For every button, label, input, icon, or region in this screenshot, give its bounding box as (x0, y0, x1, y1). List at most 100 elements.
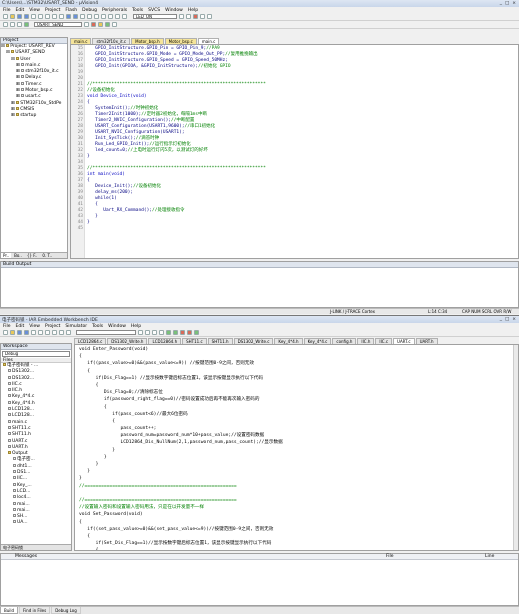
compile-icon[interactable] (166, 330, 171, 335)
iar-window: 电子密码锁 - IAR Embedded Workbench IDE _ □ ×… (0, 316, 519, 614)
copy-icon[interactable] (38, 14, 43, 19)
stop-build-icon[interactable] (91, 22, 96, 27)
next-bookmark-icon[interactable] (94, 14, 99, 19)
menu-svcs[interactable]: SVCS (148, 8, 160, 13)
find-next-icon[interactable] (145, 330, 150, 335)
manage-components-icon[interactable] (98, 22, 103, 27)
file-icon (8, 407, 11, 411)
tree-item[interactable]: UA... (1, 520, 71, 526)
menu-project[interactable]: Project (45, 324, 60, 329)
menu-flash[interactable]: Flash (65, 8, 77, 13)
redo-icon[interactable] (66, 330, 71, 335)
bookmark-icon[interactable] (80, 14, 85, 19)
uncomment-icon[interactable] (122, 14, 127, 19)
debug-icon[interactable] (194, 330, 199, 335)
undo-icon[interactable] (52, 14, 57, 19)
maximize-button[interactable]: □ (505, 317, 509, 322)
vertical-scrollbar[interactable] (513, 345, 518, 550)
tab-project[interactable]: Pr.. (1, 253, 12, 258)
back-icon[interactable] (66, 14, 71, 19)
goto-icon[interactable] (152, 330, 157, 335)
keil-code-editor[interactable]: 15 GPIO_InitStructure.GPIO_Pin = GPIO_Pi… (70, 44, 519, 259)
save-all-icon[interactable] (24, 14, 29, 19)
menu-tools[interactable]: Tools (132, 8, 143, 13)
iar-code-editor[interactable]: void Enter_Password(void) { if((pass_valu… (74, 344, 519, 551)
code-text: led_count=0; (87, 148, 128, 153)
menu-view[interactable]: View (29, 324, 40, 329)
code-text: Timer2_NVIC_Configuration(); (87, 118, 171, 123)
menu-project[interactable]: Project (45, 8, 60, 13)
open-folder-icon[interactable] (10, 330, 15, 335)
menu-help[interactable]: Help (131, 324, 141, 329)
tab-debug-log[interactable]: Debug Log (51, 607, 81, 614)
menu-file[interactable]: File (3, 8, 11, 13)
menu-debug[interactable]: Debug (82, 8, 97, 13)
build-icon[interactable] (10, 22, 15, 27)
code-line: } (79, 469, 91, 475)
stop-build-icon[interactable] (180, 330, 185, 335)
save-icon[interactable] (17, 14, 22, 19)
paste-icon[interactable] (45, 14, 50, 19)
toggle-breakpoint-icon[interactable] (187, 330, 192, 335)
find-combo[interactable]: LED_ON (133, 14, 177, 19)
batch-build-icon[interactable] (112, 22, 117, 27)
cut-icon[interactable] (31, 14, 36, 19)
search-combo[interactable] (76, 330, 136, 335)
tab-books[interactable]: Bo.. (12, 253, 24, 258)
tree-item-label: Key_4*4.h (12, 400, 35, 406)
menu-edit[interactable]: Edit (16, 324, 25, 329)
find-icon[interactable] (138, 330, 143, 335)
print-icon[interactable] (31, 330, 36, 335)
rebuild-icon[interactable] (17, 22, 22, 27)
paste-icon[interactable] (52, 330, 57, 335)
close-button[interactable]: × (512, 317, 516, 322)
menu-view[interactable]: View (29, 8, 40, 13)
open-folder-icon[interactable] (10, 14, 15, 19)
new-file-icon[interactable] (3, 330, 8, 335)
menu-edit[interactable]: Edit (16, 8, 25, 13)
translate-icon[interactable] (3, 22, 8, 27)
settings-icon[interactable] (207, 14, 212, 19)
tab-build[interactable]: Build (0, 607, 19, 614)
debug-icon[interactable] (193, 14, 198, 19)
close-button[interactable]: × (512, 1, 516, 6)
code-comment: //**************************************… (87, 166, 266, 171)
minimize-button[interactable]: _ (500, 1, 502, 6)
tab-templates[interactable]: 0. T.. (40, 253, 54, 258)
menu-tools[interactable]: Tools (92, 324, 103, 329)
comment-icon[interactable] (115, 14, 120, 19)
download-icon[interactable] (24, 22, 29, 27)
target-options-icon[interactable] (84, 22, 89, 27)
copy-icon[interactable] (45, 330, 50, 335)
save-all-icon[interactable] (24, 330, 29, 335)
tree-item[interactable]: ⊞ startup (1, 113, 67, 119)
make-icon[interactable] (173, 330, 178, 335)
unindent-icon[interactable] (108, 14, 113, 19)
run-icon[interactable] (105, 22, 110, 27)
menu-help[interactable]: Help (188, 8, 198, 13)
tab-functions[interactable]: {} F.. (25, 253, 40, 258)
menu-window[interactable]: Window (108, 324, 126, 329)
find-icon[interactable] (179, 14, 184, 19)
breakpoint-icon[interactable] (200, 14, 205, 19)
cut-icon[interactable] (38, 330, 43, 335)
menu-file[interactable]: File (3, 324, 11, 329)
workspace-footer-tab[interactable]: 电子密码锁 (1, 544, 71, 550)
forward-icon[interactable] (73, 14, 78, 19)
indent-icon[interactable] (101, 14, 106, 19)
menu-window[interactable]: Window (165, 8, 183, 13)
workspace-config-combo[interactable]: Debug (2, 351, 70, 357)
undo-icon[interactable] (59, 330, 64, 335)
tab-find-in-files[interactable]: Find in Files (19, 607, 51, 614)
menu-peripherals[interactable]: Peripherals (102, 8, 127, 13)
bookmark-icon[interactable] (159, 330, 164, 335)
find-in-files-icon[interactable] (186, 14, 191, 19)
maximize-button[interactable]: □ (505, 1, 509, 6)
new-file-icon[interactable] (3, 14, 8, 19)
prev-bookmark-icon[interactable] (87, 14, 92, 19)
target-select[interactable]: USART_SEND (34, 22, 82, 27)
menu-simulator[interactable]: Simulator (65, 324, 87, 329)
minimize-button[interactable]: _ (500, 317, 502, 322)
save-icon[interactable] (17, 330, 22, 335)
redo-icon[interactable] (59, 14, 64, 19)
